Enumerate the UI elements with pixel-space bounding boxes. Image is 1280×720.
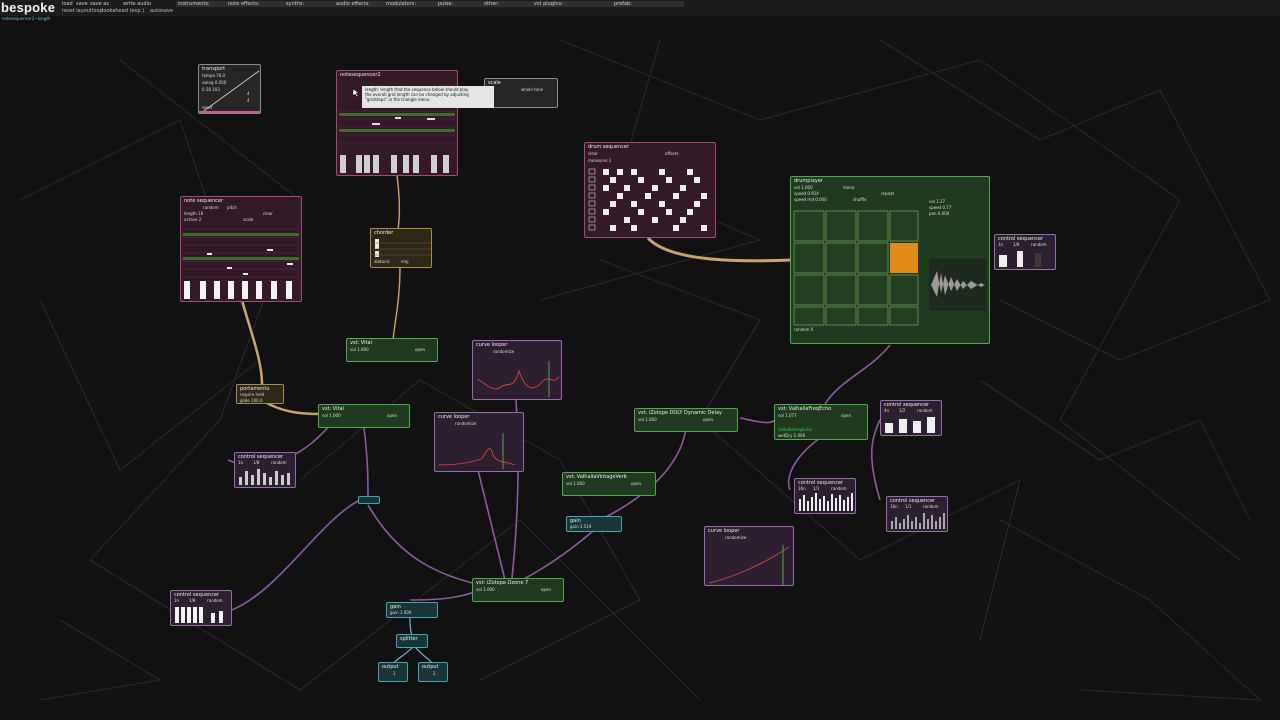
note-sequencer-module[interactable]: note sequencer random pitch length 16 oc… bbox=[180, 196, 302, 302]
drumplayer-module[interactable]: drumplayer vol 1.000 speed 0.914 speed r… bbox=[790, 176, 990, 344]
gain-slider-2[interactable]: gain 1.000 bbox=[390, 610, 411, 615]
vst-vital-module-2[interactable]: vst: Vital vol 1.000 open bbox=[318, 404, 410, 428]
control-sequencer-1[interactable]: control sequencer 1n 1/8 random bbox=[994, 234, 1056, 270]
control-sequencer-6[interactable]: control sequencer 1n 1/8 random bbox=[170, 590, 232, 626]
output-title-2: output bbox=[422, 664, 439, 670]
vst-freqecho-name: ValhallaFreqEcho bbox=[778, 427, 812, 432]
vst-vital-vol-1[interactable]: vol 1.000 bbox=[350, 347, 369, 352]
vst-vital-title-2: vst: Vital bbox=[322, 406, 344, 412]
cs1-bars[interactable] bbox=[995, 235, 1056, 270]
tooltip: length: length that the sequence below s… bbox=[362, 86, 494, 108]
portamento-module[interactable]: portamento require held glide 100.0 bbox=[236, 384, 284, 404]
vst-vital-vol-2[interactable]: vol 1.000 bbox=[322, 413, 341, 418]
scale-type-dropdown[interactable]: whole tone bbox=[521, 87, 543, 92]
drum-sequencer-module[interactable]: drum sequencer clear offsets measures 1 bbox=[584, 142, 716, 238]
modulator-node[interactable] bbox=[358, 496, 380, 504]
scale-module[interactable]: scale whole tone bbox=[484, 78, 558, 108]
vst-ozone-title: vst: iZotope Ozone 7 bbox=[476, 580, 529, 586]
portamento-require-held-toggle[interactable]: require held bbox=[240, 392, 264, 397]
curve-looper-graph-3[interactable] bbox=[705, 527, 794, 586]
vst-freqecho-open[interactable]: open bbox=[841, 413, 851, 418]
curve-looper-graph-1[interactable] bbox=[473, 341, 562, 400]
vst-vintageverb-title: vst: ValhallaVintageVerb bbox=[566, 474, 627, 480]
vst-vintageverb-vol[interactable]: vol 1.000 bbox=[566, 481, 585, 486]
control-sequencer-5[interactable]: control sequencer 1n 1/8 random bbox=[234, 452, 296, 488]
vst-freqecho-title: vst: ValhallaFreqEcho bbox=[778, 406, 832, 412]
drumplayer-pad-grid[interactable] bbox=[791, 177, 990, 344]
chorder-keyboard[interactable] bbox=[371, 229, 432, 268]
vst-ddly-open[interactable]: open bbox=[703, 417, 713, 422]
control-sequencer-2[interactable]: control sequencer 4n 1/2 random bbox=[880, 400, 942, 436]
curve-looper-module-2[interactable]: curve looper randomize bbox=[434, 412, 524, 472]
chorder-module[interactable]: chorder diatonic maj bbox=[370, 228, 432, 268]
vst-vital-title-1: vst: Vital bbox=[350, 340, 372, 346]
curve-looper-module-1[interactable]: curve looper randomize bbox=[472, 340, 562, 400]
drumplayer-selected-pad bbox=[890, 243, 918, 273]
portamento-glide-slider[interactable]: glide 100.0 bbox=[240, 398, 262, 403]
gain-module-1[interactable]: gain gain 3.519 bbox=[566, 516, 622, 532]
tooltip-line-3: "gridsteps" in the triangle menu. bbox=[365, 97, 431, 102]
output-title-1: output bbox=[382, 664, 399, 670]
vst-ddly-module[interactable]: vst: iZotope DDLY Dynamic Delay vol 1.00… bbox=[634, 408, 738, 432]
vst-vintageverb-module[interactable]: vst: ValhallaVintageVerb vol 1.000 open bbox=[562, 472, 656, 496]
output-module-2[interactable]: output 2 bbox=[418, 662, 448, 682]
curve-looper-graph-2[interactable] bbox=[435, 413, 524, 472]
note-sequencer-grid[interactable] bbox=[181, 197, 302, 302]
vst-ozone-open[interactable]: open bbox=[541, 587, 551, 592]
vst-ozone-module[interactable]: vst: iZotope Ozone 7 vol 1.000 open bbox=[472, 578, 564, 602]
control-sequencer-3[interactable]: control sequencer 16n 1/1 random bbox=[794, 478, 856, 514]
output-channel-2[interactable]: 2 bbox=[433, 671, 436, 676]
vst-freqecho-module[interactable]: vst: ValhallaFreqEcho vol 1.077 open Val… bbox=[774, 404, 868, 440]
cs5-bars[interactable] bbox=[235, 453, 296, 488]
vst-vital-open-2[interactable]: open bbox=[387, 413, 397, 418]
vst-vital-module-1[interactable]: vst: Vital vol 1.000 open bbox=[346, 338, 438, 362]
vst-ddly-vol[interactable]: vol 1.000 bbox=[638, 417, 657, 422]
output-module-1[interactable]: output 1 bbox=[378, 662, 408, 682]
vst-vital-open-1[interactable]: open bbox=[415, 347, 425, 352]
drum-step-grid[interactable] bbox=[585, 143, 716, 238]
cs3-bars[interactable] bbox=[795, 479, 856, 514]
gain-module-2[interactable]: gain gain 1.000 bbox=[386, 602, 438, 618]
curve-looper-module-3[interactable]: curve looper randomize bbox=[704, 526, 794, 586]
transport-diagonal bbox=[199, 70, 260, 113]
vst-freqecho-vol[interactable]: vol 1.077 bbox=[778, 413, 797, 418]
vst-ozone-vol[interactable]: vol 1.000 bbox=[476, 587, 495, 592]
control-sequencer-4[interactable]: control sequencer 16n 1/1 random bbox=[886, 496, 948, 532]
transport-module[interactable]: transport tempo 76.0 swing 0.000 0.58 10… bbox=[198, 64, 261, 114]
vst-vintageverb-open[interactable]: open bbox=[631, 481, 641, 486]
cs6-bars[interactable] bbox=[171, 591, 232, 626]
mouse-cursor-icon bbox=[352, 88, 360, 98]
vst-ddly-title: vst: iZotope DDLY Dynamic Delay bbox=[638, 410, 722, 416]
vst-freqecho-wetdry[interactable]: wetDry 1.000 bbox=[778, 433, 805, 438]
splitter-module[interactable]: splitter bbox=[396, 634, 428, 648]
gain-slider-1[interactable]: gain 3.519 bbox=[570, 524, 591, 529]
output-channel-1[interactable]: 1 bbox=[393, 671, 396, 676]
cs4-bars[interactable] bbox=[887, 497, 948, 532]
cs2-bars[interactable] bbox=[881, 401, 942, 436]
splitter-title: splitter bbox=[400, 636, 418, 642]
